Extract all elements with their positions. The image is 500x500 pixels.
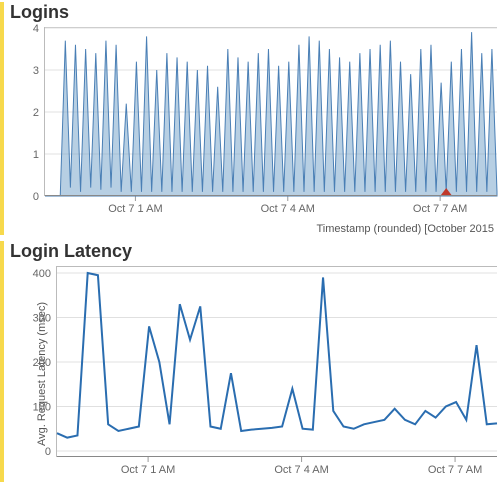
latency-chart-wrap: Avg. Request Latency (msec) 010020030040… xyxy=(56,266,500,482)
svg-text:400: 400 xyxy=(33,268,51,280)
svg-text:0: 0 xyxy=(33,191,39,203)
logins-xaxis-label: Timestamp (rounded) [October 2015 xyxy=(44,223,500,235)
svg-text:200: 200 xyxy=(33,357,51,369)
logins-chart[interactable]: 01234 xyxy=(44,27,497,196)
svg-text:Oct 7 7 AM: Oct 7 7 AM xyxy=(428,464,482,476)
svg-text:2: 2 xyxy=(33,107,39,119)
svg-text:3: 3 xyxy=(33,65,39,77)
latency-xaxis: Oct 7 1 AM Oct 7 4 AM Oct 7 7 AM xyxy=(56,457,496,477)
svg-text:Oct 7 7 AM: Oct 7 7 AM xyxy=(413,203,467,215)
svg-text:0: 0 xyxy=(45,446,51,458)
latency-panel: Login Latency Avg. Request Latency (msec… xyxy=(0,241,500,482)
latency-title: Login Latency xyxy=(10,241,500,262)
svg-text:1: 1 xyxy=(33,149,39,161)
logins-xaxis: Oct 7 1 AM Oct 7 4 AM Oct 7 7 AM xyxy=(44,196,496,216)
logins-panel: Logins 01234 Oct 7 1 AMOct 7 4 AMOct 7 7… xyxy=(0,2,500,235)
svg-text:Oct 7 1 AM: Oct 7 1 AM xyxy=(108,203,162,215)
latency-svg: 0100200300400 xyxy=(57,267,497,457)
svg-text:Oct 7 1 AM: Oct 7 1 AM xyxy=(121,464,175,476)
svg-text:300: 300 xyxy=(33,313,51,325)
svg-text:100: 100 xyxy=(33,402,51,414)
logins-chart-wrap: 01234 Oct 7 1 AM Oct 7 4 AM Oct 7 7 AM Tim… xyxy=(44,27,500,235)
logins-svg: 01234 xyxy=(45,28,497,196)
svg-text:4: 4 xyxy=(33,23,39,35)
logins-title: Logins xyxy=(10,2,500,23)
svg-text:Oct 7 4 AM: Oct 7 4 AM xyxy=(261,203,315,215)
svg-text:Oct 7 4 AM: Oct 7 4 AM xyxy=(274,464,328,476)
latency-chart[interactable]: 0100200300400 xyxy=(56,266,497,457)
